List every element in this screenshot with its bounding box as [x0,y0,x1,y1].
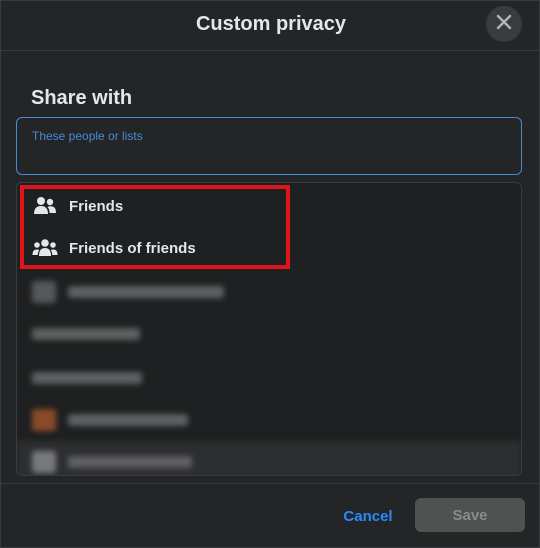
option-friends-of-friends[interactable]: Friends of friends [17,227,517,269]
share-with-field[interactable] [16,117,522,175]
friends-icon [32,196,58,216]
close-icon [495,13,513,36]
redacted-name [68,456,192,468]
save-button[interactable]: Save [415,498,525,532]
people-or-lists-input[interactable] [32,126,502,146]
share-with-heading: Share with [31,87,133,109]
avatar [32,451,56,473]
avatar [32,281,56,303]
redacted-list-item[interactable] [17,271,521,313]
audience-options-list[interactable]: Friends Friends of friends [16,182,522,476]
option-friends-label: Friends [69,197,124,215]
dialog-footer: Cancel Save [1,483,540,548]
redacted-name [68,286,224,298]
cancel-button[interactable]: Cancel [335,506,401,526]
redacted-name [32,372,142,384]
redacted-list-item[interactable] [17,357,521,399]
redacted-name [32,328,140,340]
dialog-header: Custom privacy [1,1,540,51]
redacted-list-item[interactable] [17,399,521,441]
friends-of-friends-icon [32,238,58,258]
option-friends-of-friends-label: Friends of friends [69,239,196,257]
custom-privacy-dialog: Custom privacy Share with Friends [0,0,540,548]
close-button[interactable] [486,6,522,42]
redacted-list-item[interactable] [17,313,521,355]
option-friends[interactable]: Friends [17,185,517,227]
redacted-name [68,414,188,426]
avatar [32,409,56,431]
redacted-list-item[interactable] [17,441,521,475]
dialog-title: Custom privacy [195,13,347,35]
